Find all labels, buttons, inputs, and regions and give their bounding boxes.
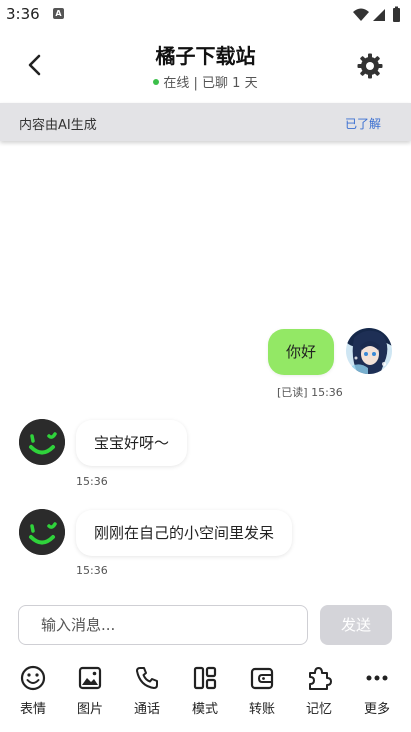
bot-smile-icon xyxy=(19,509,65,555)
send-button[interactable]: 发送 xyxy=(320,605,392,645)
toolbar-transfer-label: 转账 xyxy=(248,702,275,717)
status-time: 3:36 xyxy=(6,5,40,23)
chat-status: 在线 | 已聊 1 天 xyxy=(0,72,411,91)
toolbar-more[interactable]: 更多 xyxy=(352,664,402,717)
toolbar-memory-label: 记忆 xyxy=(305,702,332,717)
chat-header: 橘子下载站 在线 | 已聊 1 天 xyxy=(0,30,411,102)
toolbar-mode-label: 模式 xyxy=(191,702,218,717)
status-bar: 3:36 A xyxy=(0,0,411,30)
chat-title: 橘子下载站 xyxy=(155,44,256,68)
my-message-meta: [已读] 15:36 xyxy=(277,386,343,399)
phone-icon xyxy=(136,667,158,689)
bot-avatar[interactable] xyxy=(19,419,65,465)
mode-icon xyxy=(193,666,217,690)
toolbar-mode[interactable]: 模式 xyxy=(180,664,230,717)
bot-avatar[interactable] xyxy=(19,509,65,555)
toolbar-call[interactable]: 通话 xyxy=(122,664,172,717)
emoji-icon xyxy=(20,665,46,691)
more-icon xyxy=(366,675,388,681)
toolbar-image-label: 图片 xyxy=(76,702,103,717)
gear-icon[interactable] xyxy=(355,51,385,81)
my-message-bubble[interactable]: 你好 xyxy=(268,329,335,375)
notification-icon: A xyxy=(53,8,64,19)
toolbar-more-label: 更多 xyxy=(363,702,390,717)
ai-notice-ack-button[interactable]: 已了解 xyxy=(345,115,381,132)
ai-notice-text: 内容由AI生成 xyxy=(19,118,97,133)
system-status-icons xyxy=(353,6,400,22)
user-avatar-icon xyxy=(346,328,392,374)
message-input[interactable] xyxy=(18,605,308,645)
bot-message-bubble[interactable]: 宝宝好呀～ xyxy=(76,420,188,466)
image-icon xyxy=(78,666,102,690)
toolbar-emoji-label: 表情 xyxy=(19,702,46,717)
bot-smile-icon xyxy=(19,419,65,465)
composer: 发送 xyxy=(0,600,411,652)
ai-notice-banner: 内容由AI生成 已了解 xyxy=(0,103,411,141)
wallet-icon xyxy=(250,667,274,690)
toolbar-image[interactable]: 图片 xyxy=(65,664,115,717)
bot-message-time: 15:36 xyxy=(76,475,108,488)
bot-message-bubble[interactable]: 刚刚在自己的小空间里发呆 xyxy=(76,510,293,556)
puzzle-icon xyxy=(309,667,332,690)
chat-status-text: 在线 | 已聊 1 天 xyxy=(163,76,258,91)
bot-message-time: 15:36 xyxy=(76,564,108,577)
user-avatar[interactable] xyxy=(346,328,392,374)
bottom-toolbar: 表情 图片 通话 模式 转账 记忆 更多 xyxy=(0,664,411,724)
toolbar-emoji[interactable]: 表情 xyxy=(8,664,58,717)
online-dot-icon xyxy=(153,79,160,85)
toolbar-call-label: 通话 xyxy=(133,702,160,717)
toolbar-transfer[interactable]: 转账 xyxy=(237,664,287,717)
toolbar-memory[interactable]: 记忆 xyxy=(294,664,344,717)
